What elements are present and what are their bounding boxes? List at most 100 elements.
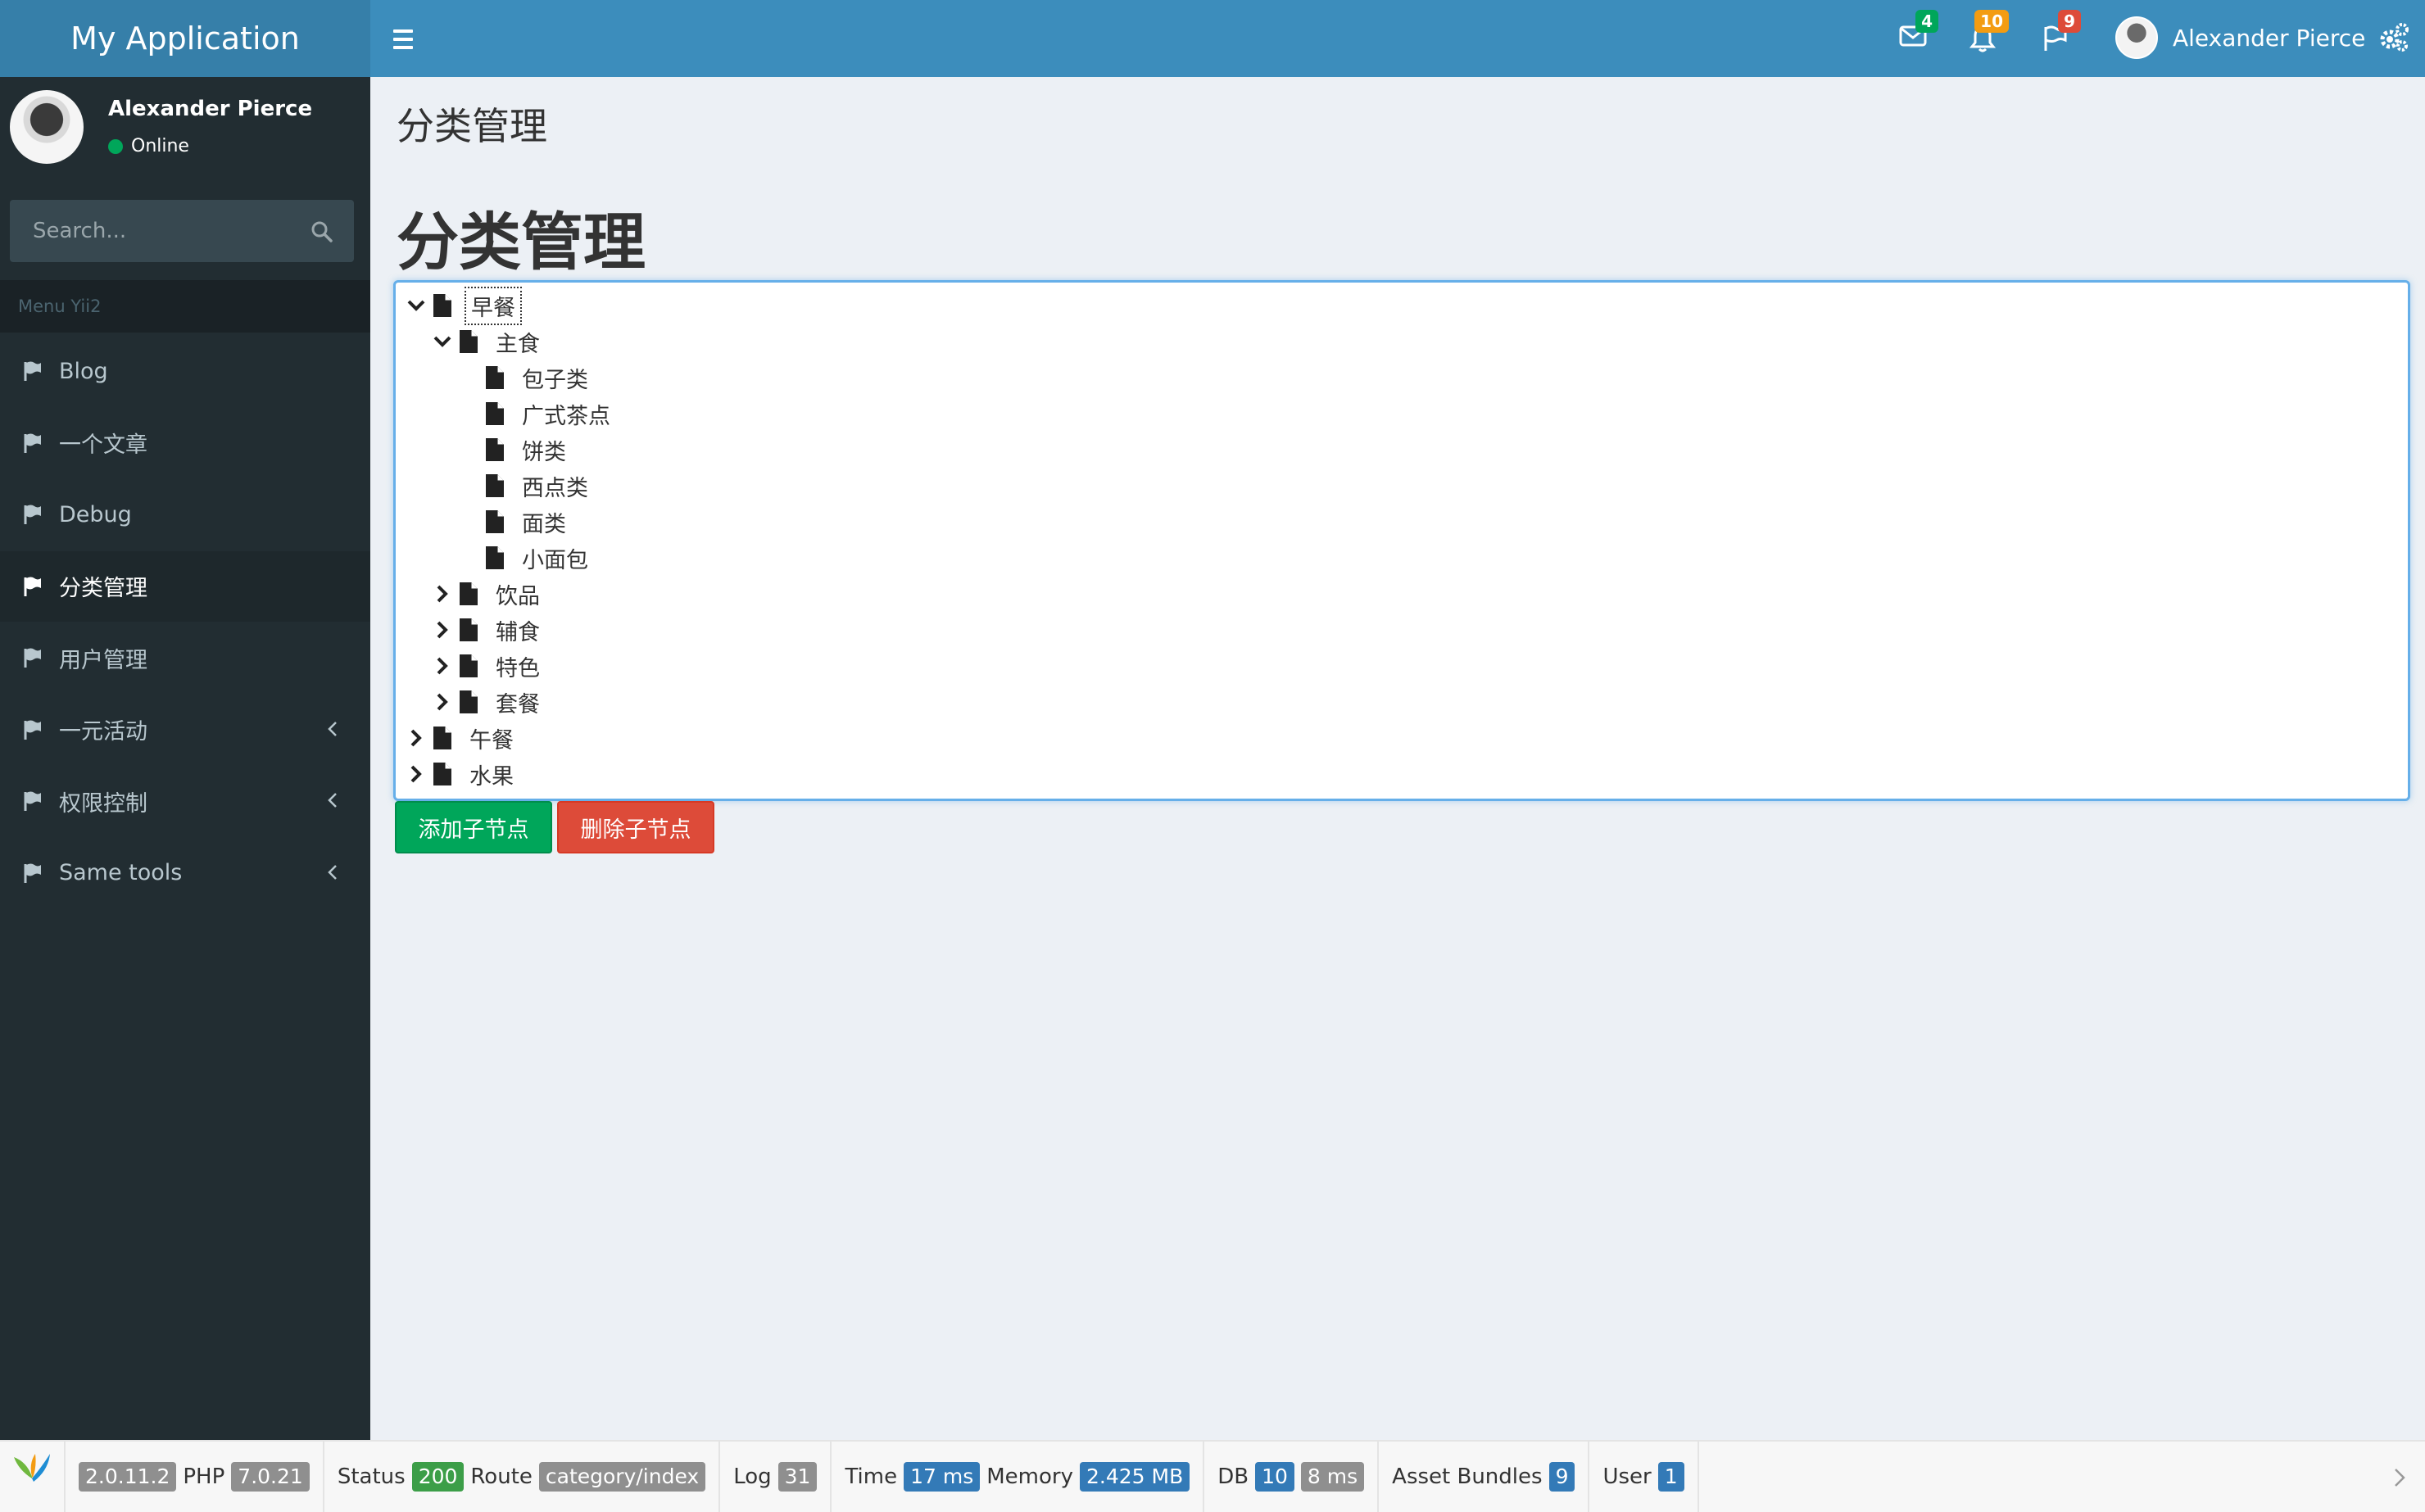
flag-icon <box>23 360 43 382</box>
sidebar-toggle-button[interactable] <box>393 23 426 56</box>
tree-node-label[interactable]: 辅食 <box>491 613 545 648</box>
log-label: Log <box>733 1464 772 1489</box>
tree-node[interactable]: 西点类 <box>455 468 593 504</box>
debug-profiling-block[interactable]: Time 17 ms Memory 2.425 MB <box>832 1441 1205 1512</box>
delete-child-node-button[interactable]: 删除子节点 <box>557 801 714 853</box>
chevron-down-icon[interactable] <box>402 292 430 319</box>
user-menu[interactable]: Alexander Pierce <box>2115 15 2365 61</box>
status-label: Status <box>337 1464 406 1489</box>
sidebar-item[interactable]: 分类管理 <box>0 550 370 622</box>
tree-node[interactable]: 特色 <box>428 648 545 684</box>
time-label: Time <box>845 1464 898 1489</box>
sidebar-item[interactable]: Blog <box>0 336 370 406</box>
notifications-button[interactable]: 10 <box>1965 10 2009 59</box>
tree-node[interactable]: 广式茶点 <box>455 396 615 432</box>
gears-icon <box>2380 23 2409 52</box>
search-input[interactable] <box>10 200 305 262</box>
tree-node-label[interactable]: 饮品 <box>491 577 545 612</box>
tree-node-label[interactable]: 早餐 <box>465 286 522 325</box>
debug-toolbar-toggle[interactable] <box>2392 1466 2407 1495</box>
file-icon <box>458 654 479 678</box>
debug-request-block[interactable]: Status 200 Route category/index <box>324 1441 721 1512</box>
file-icon <box>432 762 453 786</box>
tree-node[interactable]: 早餐 <box>402 286 522 325</box>
debug-version-block[interactable]: 2.0.11.2 PHP 7.0.21 <box>66 1441 324 1512</box>
flag-icon <box>23 576 43 597</box>
yii-logo[interactable] <box>0 1441 66 1512</box>
log-badge: 31 <box>777 1462 818 1492</box>
sidebar-item[interactable]: 一元活动 <box>0 695 370 765</box>
sidebar: Alexander Pierce Online Menu Yii2 Blog 一个… <box>0 77 370 1441</box>
chevron-right-icon[interactable] <box>428 616 456 644</box>
file-icon <box>432 726 453 750</box>
tree-node[interactable]: 面类 <box>455 504 571 540</box>
tree-node[interactable]: 套餐 <box>428 684 545 720</box>
category-tree[interactable]: 早餐 主食 包子类 广式茶点 饼类 西点类 面类 小面包 饮品 辅食 特色 套餐 午餐 水果 <box>393 280 2410 801</box>
tasks-button[interactable]: 9 <box>2037 10 2081 59</box>
chevron-left-icon <box>326 790 339 810</box>
memory-badge: 2.425 MB <box>1080 1462 1190 1492</box>
chevron-down-icon[interactable] <box>428 328 456 355</box>
search-form <box>10 200 354 262</box>
flag-icon <box>23 790 43 812</box>
tree-node-label[interactable]: 面类 <box>517 505 571 540</box>
db-queries-badge: 10 <box>1255 1462 1294 1492</box>
file-icon <box>458 582 479 606</box>
yii-logo-icon <box>14 1454 50 1500</box>
user-status: Online <box>108 136 189 156</box>
tree-node-label[interactable]: 套餐 <box>491 685 545 720</box>
search-button[interactable] <box>310 220 334 244</box>
tree-node-label[interactable]: 特色 <box>491 649 545 684</box>
chevron-right-icon[interactable] <box>428 580 456 608</box>
app-logo[interactable]: My Application <box>0 0 370 77</box>
file-icon <box>458 329 479 354</box>
tree-node[interactable]: 包子类 <box>455 360 593 396</box>
file-icon <box>484 545 505 570</box>
tree-node[interactable]: 辅食 <box>428 612 545 648</box>
flag-icon <box>23 504 43 525</box>
add-child-node-button[interactable]: 添加子节点 <box>395 801 552 853</box>
tree-node[interactable]: 水果 <box>402 756 519 792</box>
sidebar-item[interactable]: 一个文章 <box>0 408 370 478</box>
content-header-title: 分类管理 <box>397 104 547 148</box>
sidebar-item-label: 用户管理 <box>59 647 147 673</box>
debug-log-block[interactable]: Log 31 <box>720 1441 832 1512</box>
avatar <box>10 90 84 164</box>
tree-node-label[interactable]: 小面包 <box>517 541 593 576</box>
tree-node-label[interactable]: 饼类 <box>517 432 571 468</box>
tree-node[interactable]: 饼类 <box>455 432 571 468</box>
debug-user-block[interactable]: User 1 <box>1589 1441 1699 1512</box>
tree-node[interactable]: 主食 <box>428 324 545 360</box>
status-label: Online <box>131 136 189 156</box>
tree-node-label[interactable]: 包子类 <box>517 360 593 396</box>
tree-node-label[interactable]: 水果 <box>465 757 519 792</box>
tree-node-label[interactable]: 西点类 <box>517 469 593 504</box>
tree-node-label[interactable]: 主食 <box>491 324 545 360</box>
tree-node[interactable]: 小面包 <box>455 540 593 576</box>
sidebar-item[interactable]: 权限控制 <box>0 766 370 836</box>
chevron-right-icon[interactable] <box>402 760 430 788</box>
sidebar-item[interactable]: Same tools <box>0 838 370 908</box>
debug-assets-block[interactable]: Asset Bundles 9 <box>1379 1441 1590 1512</box>
sidebar-item[interactable]: 用户管理 <box>0 622 370 693</box>
sidebar-item-label: 一元活动 <box>59 719 147 745</box>
flag-icon <box>23 647 43 668</box>
control-sidebar-button[interactable] <box>2377 21 2410 57</box>
chevron-right-icon[interactable] <box>428 652 456 680</box>
php-version-badge: 7.0.21 <box>231 1462 310 1492</box>
tree-node[interactable]: 午餐 <box>402 720 519 756</box>
chevron-right-icon[interactable] <box>402 724 430 752</box>
tree-node-label[interactable]: 午餐 <box>465 721 519 756</box>
tree-node-label[interactable]: 广式茶点 <box>517 396 615 432</box>
chevron-right-icon[interactable] <box>428 688 456 716</box>
chevron-left-icon <box>326 862 339 882</box>
debug-db-block[interactable]: DB 10 8 ms <box>1204 1441 1380 1512</box>
sidebar-item[interactable]: Debug <box>0 479 370 550</box>
file-icon <box>432 293 453 318</box>
chevron-right-icon <box>2395 1469 2405 1487</box>
tree-node[interactable]: 饮品 <box>428 576 545 612</box>
messages-button[interactable]: 4 <box>1894 10 1938 59</box>
